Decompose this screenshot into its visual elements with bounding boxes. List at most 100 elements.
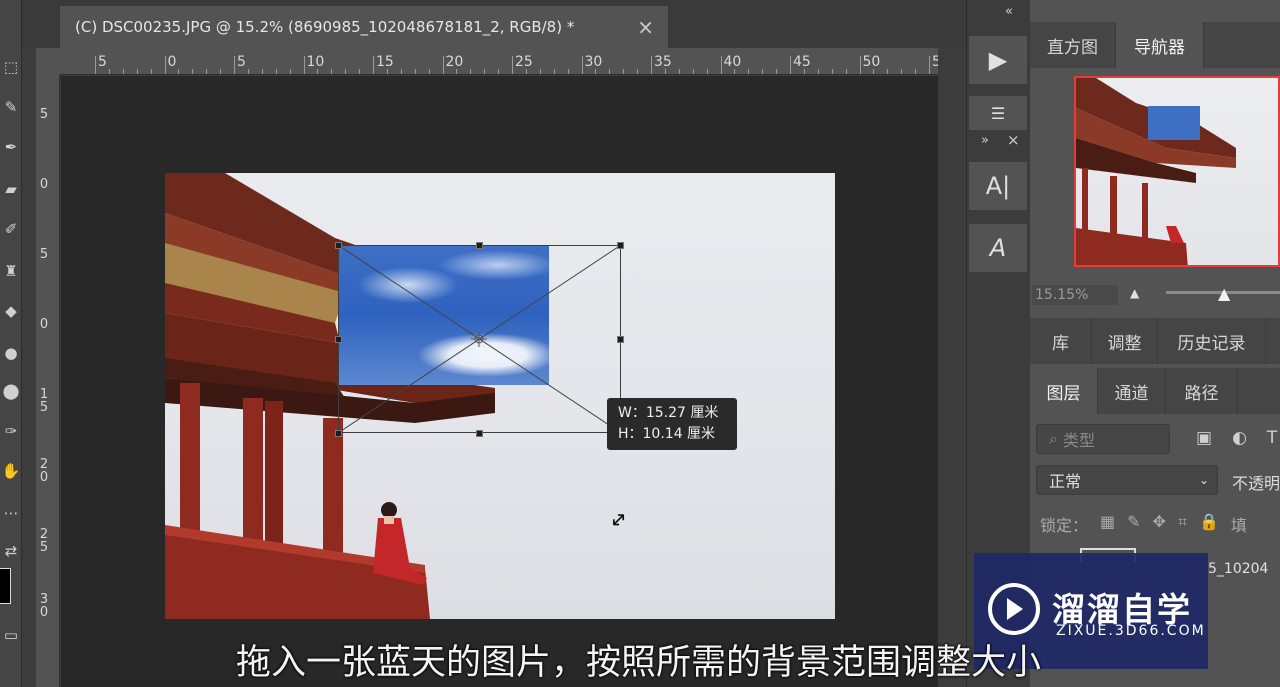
opacity-label: 不透明 bbox=[1232, 474, 1280, 493]
adjustment-filter-icon[interactable]: ◐ bbox=[1232, 428, 1247, 448]
ruler-tick bbox=[581, 56, 583, 74]
eraser-tool-icon[interactable]: ◆ bbox=[0, 298, 22, 324]
lock-row: 锁定： ▦ ✎ ✥ ⌗ 🔒 填 bbox=[1040, 512, 1247, 536]
transform-handle-top-left[interactable] bbox=[335, 242, 342, 249]
foreground-color-swatch[interactable] bbox=[0, 568, 11, 604]
ruler-label: 40 bbox=[723, 54, 742, 70]
lock-position-icon[interactable]: ✥ bbox=[1153, 512, 1166, 536]
tab-layers[interactable]: 图层 bbox=[1030, 368, 1098, 414]
ruler-label: 5 bbox=[39, 247, 49, 262]
navigator-preview[interactable] bbox=[1074, 76, 1280, 267]
tab-paths[interactable]: 路径 bbox=[1166, 368, 1238, 414]
hand-tool-icon[interactable]: ✋ bbox=[0, 458, 22, 484]
image-filter-icon[interactable]: ▣ bbox=[1196, 428, 1212, 448]
tab-history[interactable]: 历史记录 bbox=[1158, 318, 1266, 364]
document-tab-bar: (C) DSC00235.JPG @ 15.2% (8690985_102048… bbox=[22, 0, 966, 48]
blur-tool-icon[interactable]: ● bbox=[0, 340, 22, 366]
blend-mode-select[interactable]: 正常 ⌄ bbox=[1036, 465, 1218, 495]
zoom-slider-thumb[interactable]: ▲ bbox=[1218, 284, 1230, 303]
swap-colors-icon[interactable]: ⇄ bbox=[0, 538, 22, 564]
transform-bounding-box[interactable] bbox=[338, 245, 621, 433]
transform-handle-left[interactable] bbox=[335, 336, 342, 343]
ruler-origin[interactable] bbox=[36, 48, 60, 75]
layer-filter-icons: ▣ ◐ T bbox=[1196, 428, 1277, 448]
ruler-minor-tick bbox=[220, 69, 222, 74]
ruler-label: 1 5 bbox=[39, 387, 49, 415]
marquee-tool-icon[interactable]: ⬚ bbox=[0, 54, 22, 80]
ruler-minor-tick bbox=[456, 69, 458, 74]
ruler-minor-tick bbox=[359, 69, 361, 74]
screen-mode-icon[interactable]: ▭ bbox=[0, 622, 22, 648]
ruler-minor-tick bbox=[108, 69, 110, 74]
transform-size-tooltip: W：15.27 厘米 H：10.14 厘米 bbox=[607, 398, 737, 450]
ruler-label: 20 bbox=[445, 54, 464, 70]
navigator-zoom-input[interactable]: 15.15% bbox=[1032, 285, 1118, 305]
ruler-minor-tick bbox=[915, 69, 917, 74]
ruler-minor-tick bbox=[539, 69, 541, 74]
close-panel-icon[interactable]: × bbox=[1007, 131, 1020, 149]
ruler-minor-tick bbox=[748, 69, 750, 74]
ruler-minor-tick bbox=[734, 69, 736, 74]
transform-handle-right[interactable] bbox=[617, 336, 624, 343]
lock-label: 锁定： bbox=[1040, 516, 1089, 535]
brush-tool-icon[interactable]: ✐ bbox=[0, 216, 22, 242]
horizontal-ruler[interactable]: 5051015202530354045505 bbox=[60, 48, 938, 75]
dodge-tool-icon[interactable]: ⬤ bbox=[0, 378, 22, 404]
ruler-minor-tick bbox=[901, 69, 903, 74]
expand-panels-icon[interactable]: » bbox=[981, 133, 989, 148]
collapse-panels-icon[interactable]: « bbox=[1005, 4, 1013, 19]
tab-channels[interactable]: 通道 bbox=[1098, 368, 1166, 414]
lock-artboard-icon[interactable]: ⌗ bbox=[1178, 512, 1187, 536]
close-tab-icon[interactable]: × bbox=[637, 15, 654, 39]
more-tools-icon[interactable]: ⋯ bbox=[0, 500, 22, 526]
ruler-tick bbox=[929, 56, 930, 74]
zoom-out-icon[interactable]: ▲ bbox=[1130, 286, 1139, 300]
ruler-minor-tick bbox=[845, 69, 847, 74]
ruler-tick bbox=[859, 56, 861, 74]
ruler-minor-tick bbox=[470, 69, 472, 74]
ruler-minor-tick bbox=[817, 69, 819, 74]
lock-all-icon[interactable]: 🔒 bbox=[1199, 512, 1219, 536]
ruler-tick bbox=[95, 56, 96, 74]
ruler-minor-tick bbox=[678, 69, 680, 74]
ruler-tick bbox=[720, 56, 722, 74]
type-filter-icon[interactable]: T bbox=[1267, 428, 1277, 448]
ruler-minor-tick bbox=[595, 69, 597, 74]
lock-transparent-icon[interactable]: ▦ bbox=[1100, 512, 1115, 536]
transform-handle-bottom-left[interactable] bbox=[335, 430, 342, 437]
transform-handle-bottom[interactable] bbox=[476, 430, 483, 437]
tab-adjustments[interactable]: 调整 bbox=[1092, 318, 1158, 364]
vertical-ruler[interactable]: 5 0 5 0 1 5 2 0 2 5 3 0 bbox=[36, 75, 60, 687]
quick-select-tool-icon[interactable]: ✎ bbox=[0, 94, 22, 120]
tab-libraries[interactable]: 库 bbox=[1030, 318, 1092, 364]
play-icon bbox=[1007, 598, 1023, 620]
transform-handle-top[interactable] bbox=[476, 242, 483, 249]
lock-image-icon[interactable]: ✎ bbox=[1127, 512, 1140, 536]
ruler-minor-tick bbox=[428, 69, 430, 74]
ruler-label: 5 bbox=[932, 54, 938, 70]
character-panel-icon[interactable]: A| bbox=[969, 162, 1027, 210]
ruler-tick bbox=[164, 56, 166, 74]
ruler-minor-tick bbox=[831, 69, 833, 74]
properties-icon[interactable]: ☰ bbox=[969, 96, 1027, 130]
ruler-minor-tick bbox=[275, 69, 277, 74]
layer-name[interactable]: 5_10204 bbox=[1208, 561, 1268, 577]
tab-histogram[interactable]: 直方图 bbox=[1030, 22, 1116, 68]
pen-tool-icon[interactable]: ✑ bbox=[0, 418, 22, 444]
ruler-minor-tick bbox=[762, 69, 764, 74]
tab-navigator[interactable]: 导航器 bbox=[1116, 22, 1204, 68]
eyedropper-tool-icon[interactable]: ✒ bbox=[0, 134, 22, 160]
stamp-tool-icon[interactable]: ♜ bbox=[0, 258, 22, 284]
ruler-label: 30 bbox=[584, 54, 603, 70]
ruler-minor-tick bbox=[692, 69, 694, 74]
ruler-label: 5 bbox=[39, 107, 49, 122]
ruler-minor-tick bbox=[498, 69, 500, 74]
glyphs-panel-icon[interactable]: A bbox=[969, 224, 1027, 272]
transform-handle-top-right[interactable] bbox=[617, 242, 624, 249]
photoshop-window: ⬚ ✎ ✒ ▰ ✐ ♜ ◆ ● ⬤ ✑ ✋ ⋯ ⇄ ▭ (C) DSC00235… bbox=[0, 0, 1280, 687]
layer-filter-select[interactable]: ⌕ 类型 bbox=[1036, 424, 1170, 454]
document-tab[interactable]: (C) DSC00235.JPG @ 15.2% (8690985_102048… bbox=[60, 6, 668, 48]
healing-brush-tool-icon[interactable]: ▰ bbox=[0, 176, 22, 202]
actions-play-icon[interactable]: ▶ bbox=[969, 36, 1027, 84]
ruler-minor-tick bbox=[386, 69, 388, 74]
